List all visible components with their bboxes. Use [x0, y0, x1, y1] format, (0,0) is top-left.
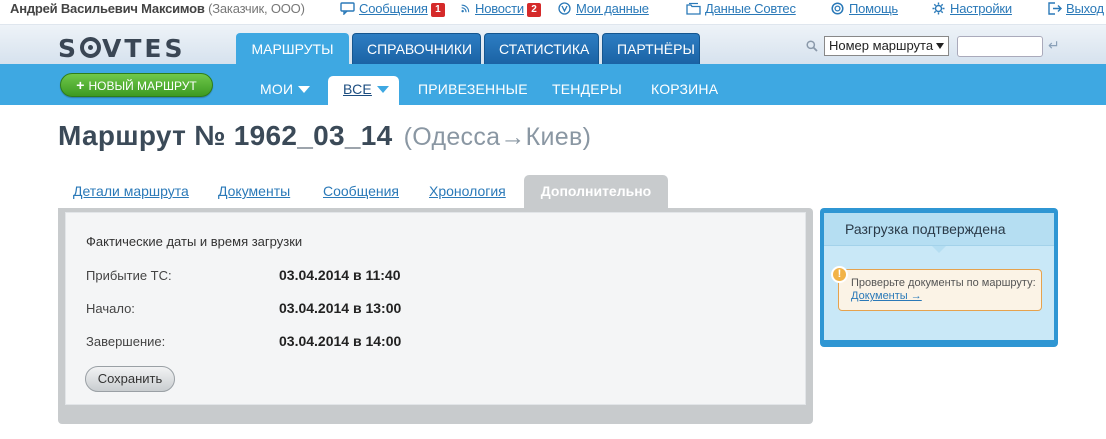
gear-icon: [931, 2, 946, 15]
enter-icon[interactable]: ↵: [1048, 37, 1060, 54]
documents-link[interactable]: Документы →: [851, 290, 922, 302]
exit-link[interactable]: Выход: [1047, 1, 1104, 16]
help-label: Помощь: [849, 1, 899, 16]
logo-text: VTES: [102, 34, 186, 63]
warning-text: Проверьте документы по маршруту:: [851, 277, 1036, 289]
subtab-brought[interactable]: ПРИВЕЗЕННЫЕ: [418, 76, 528, 105]
subtab-my[interactable]: МОИ: [260, 76, 311, 105]
status-notch: [932, 246, 946, 253]
sovtes-data-label: Данные Совтес: [705, 1, 796, 16]
subtab-all[interactable]: ВСЕ: [328, 76, 399, 105]
exit-label: Выход: [1066, 1, 1104, 16]
status-title: Разгрузка подтверждена: [824, 213, 1054, 246]
arrival-label: Прибытие ТС:: [86, 268, 172, 283]
start-label: Начало:: [86, 301, 135, 316]
user-name: Андрей Васильевич Максимов: [10, 1, 205, 16]
message-icon: [340, 2, 355, 15]
main-header: S VTES МАРШРУТЫ СПРАВОЧНИКИ СТАТИСТИКА ПА…: [0, 24, 1106, 65]
tab-documents[interactable]: Документы: [218, 183, 290, 199]
search-icon: [806, 40, 818, 52]
tab-additional[interactable]: Дополнительно: [524, 175, 668, 209]
rss-icon: [461, 2, 471, 15]
subtab-tenders[interactable]: ТЕНДЕРЫ: [552, 76, 622, 105]
lifebuoy-icon: [830, 2, 845, 15]
help-link[interactable]: Помощь: [830, 1, 898, 16]
status-box: Разгрузка подтверждена ! Проверьте докум…: [820, 208, 1058, 347]
messages-link[interactable]: Сообщения 1: [340, 1, 445, 17]
sovtes-data-link[interactable]: Данные Совтес: [686, 1, 796, 16]
user-role: (Заказчик, ООО): [208, 1, 305, 16]
loading-heading: Фактические даты и время загрузки: [86, 234, 303, 249]
finish-label: Завершение:: [86, 334, 166, 349]
subtab-all-label: ВСЕ: [343, 81, 372, 97]
tab-route-details[interactable]: Детали маршрута: [73, 183, 189, 199]
route-number: Маршрут № 1962_03_14: [58, 120, 393, 151]
folder-icon: [686, 2, 701, 15]
settings-link[interactable]: Настройки: [931, 1, 1012, 16]
news-count-badge: 2: [526, 3, 541, 17]
user-info: Андрей Васильевич Максимов (Заказчик, ОО…: [10, 1, 305, 16]
tab-chronology[interactable]: Хронология: [429, 183, 506, 199]
messages-label: Сообщения: [359, 1, 428, 16]
subtab-my-label: МОИ: [260, 81, 294, 97]
search-type-select[interactable]: Номер маршрута: [824, 36, 949, 56]
top-user-bar: Андрей Васильевич Максимов (Заказчик, ОО…: [0, 0, 1106, 24]
page-title: Маршрут № 1962_03_14 (Одесса→Киев): [58, 120, 591, 152]
documents-warning: ! Проверьте документы по маршруту: Докум…: [831, 266, 1042, 311]
start-value[interactable]: 03.04.2014 в 13:00: [279, 300, 401, 316]
plus-icon: +: [76, 77, 85, 93]
logo-circle-icon: [80, 37, 102, 58]
news-link[interactable]: Новости 2: [461, 1, 541, 17]
tab-partners[interactable]: ПАРТНЁРЫ: [602, 33, 700, 65]
exit-icon: [1047, 2, 1062, 15]
sub-navigation: + НОВЫЙ МАРШРУТ МОИ ВСЕ ПРИВЕЗЕННЫЕ ТЕНДЕ…: [0, 64, 1106, 105]
tab-references[interactable]: СПРАВОЧНИКИ: [352, 33, 481, 65]
new-route-button[interactable]: + НОВЫЙ МАРШРУТ: [60, 73, 213, 97]
search-input[interactable]: [957, 36, 1043, 57]
save-button[interactable]: Сохранить: [85, 366, 175, 392]
my-data-link[interactable]: Мои данные: [557, 1, 649, 16]
tab-routes[interactable]: МАРШРУТЫ: [236, 33, 349, 65]
finish-value[interactable]: 03.04.2014 в 14:00: [279, 333, 401, 349]
arrival-value[interactable]: 03.04.2014 в 11:40: [279, 267, 401, 283]
status-box-body: Разгрузка подтверждена ! Проверьте докум…: [824, 213, 1054, 340]
additional-panel: Фактические даты и время загрузки Прибыт…: [58, 208, 813, 424]
search-type-value: Номер маршрута: [829, 38, 934, 53]
subtab-basket[interactable]: КОРЗИНА: [651, 76, 718, 105]
sovtes-logo[interactable]: S VTES: [58, 34, 186, 63]
settings-label: Настройки: [950, 1, 1012, 16]
news-label: Новости: [475, 1, 524, 16]
route-cities: (Одесса→Киев): [403, 123, 592, 151]
select-arrow-icon: [936, 43, 944, 49]
loading-times-form: Фактические даты и время загрузки Прибыт…: [65, 212, 806, 405]
caret-down-icon: [298, 86, 311, 93]
tab-messages[interactable]: Сообщения: [323, 183, 399, 199]
logo-letter: S: [58, 34, 80, 63]
warning-icon: !: [831, 266, 848, 283]
caret-down-icon: [376, 86, 389, 93]
tab-statistics[interactable]: СТАТИСТИКА: [484, 33, 599, 65]
new-route-label: НОВЫЙ МАРШРУТ: [88, 79, 197, 93]
my-data-label: Мои данные: [576, 1, 649, 16]
messages-count-badge: 1: [430, 3, 445, 17]
emblem-icon: [557, 2, 572, 15]
